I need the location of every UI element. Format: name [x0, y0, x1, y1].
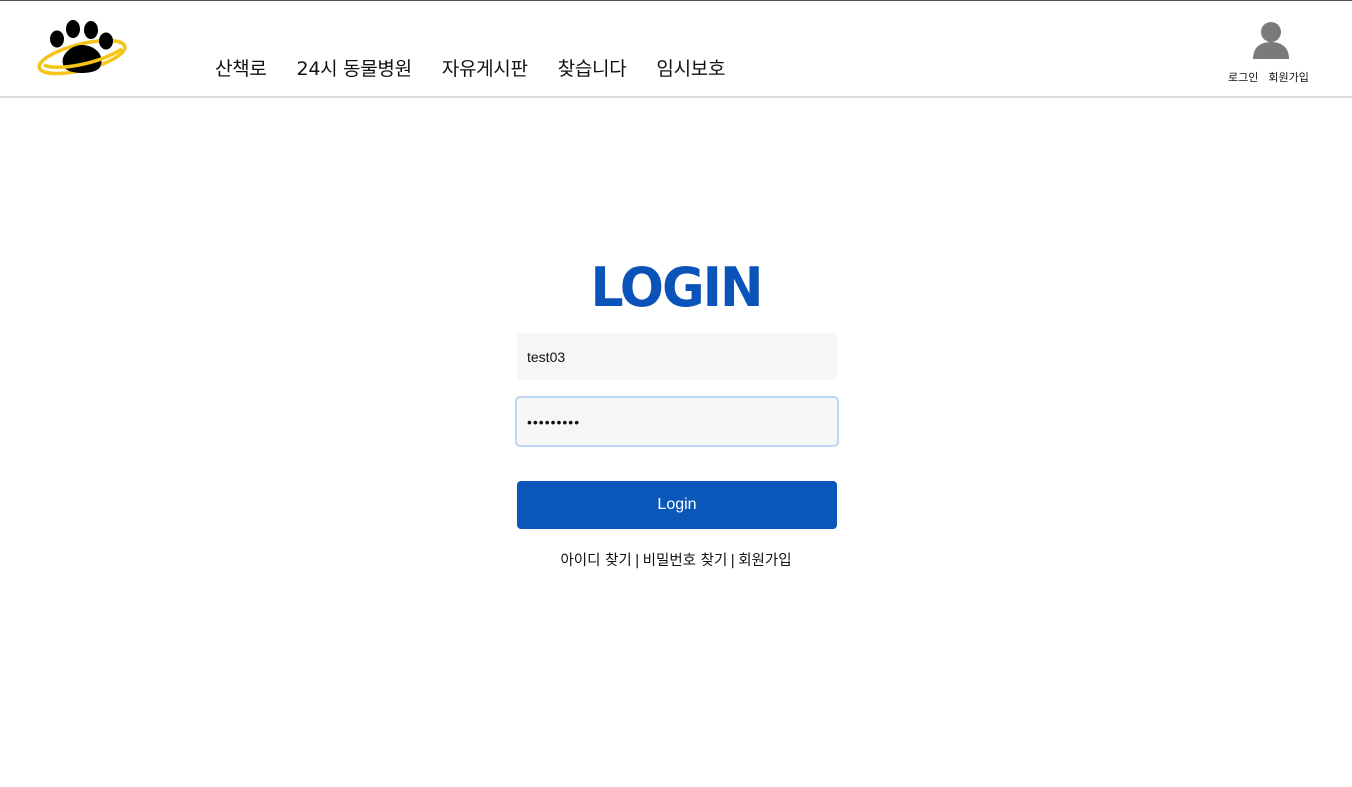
header-signup-link[interactable]: 회원가입: [1268, 69, 1308, 85]
nav-temporary-care[interactable]: 임시보호: [656, 56, 725, 82]
nav-walk-trails[interactable]: 산책로: [215, 56, 267, 82]
nav-free-board[interactable]: 자유게시판: [442, 56, 528, 82]
main-nav: 산책로 24시 동물병원 자유게시판 찾습니다 임시보호: [215, 56, 755, 82]
link-separator: |: [634, 553, 640, 569]
user-silhouette-icon[interactable]: [1252, 21, 1290, 59]
nav-24h-animal-hospital[interactable]: 24시 동물병원: [297, 56, 413, 82]
user-links: 로그인 회원가입: [1228, 69, 1309, 85]
nav-lost-and-found[interactable]: 찾습니다: [558, 56, 627, 82]
header-login-link[interactable]: 로그인: [1228, 69, 1258, 85]
user-id-input[interactable]: [517, 333, 837, 380]
paw-logo-icon[interactable]: [36, 15, 132, 81]
password-input[interactable]: [515, 396, 839, 447]
find-id-link[interactable]: 아이디 찾기: [560, 553, 631, 569]
site-header: 산책로 24시 동물병원 자유게시판 찾습니다 임시보호 로그인 회원가입: [0, 1, 1352, 98]
account-help-links: 아이디 찾기 | 비밀번호 찾기 | 회원가입: [0, 549, 1352, 570]
login-button[interactable]: Login: [517, 481, 837, 529]
signup-link[interactable]: 회원가입: [738, 553, 791, 569]
user-menu: 로그인 회원가입: [1222, 19, 1322, 89]
link-separator: |: [730, 553, 736, 569]
login-title: LOGIN: [590, 256, 763, 320]
find-password-link[interactable]: 비밀번호 찾기: [643, 553, 728, 569]
